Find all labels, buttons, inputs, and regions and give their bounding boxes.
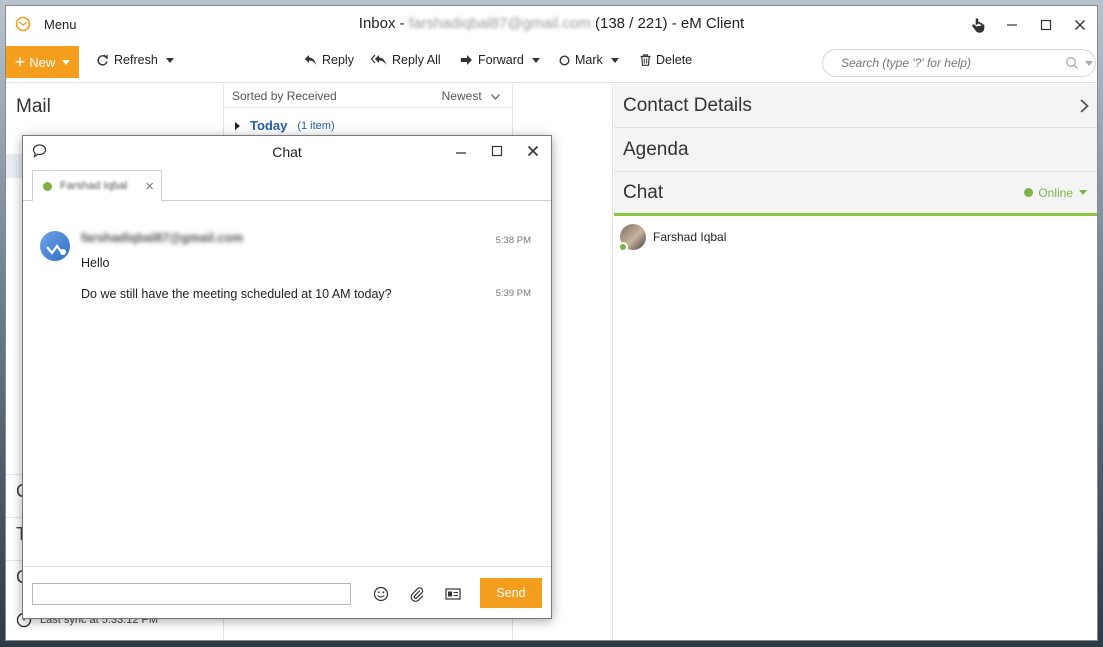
- contact-details-section[interactable]: Contact Details: [614, 84, 1097, 128]
- sort-label[interactable]: Sorted by Received: [232, 89, 337, 103]
- group-today[interactable]: Today (1 item): [235, 118, 335, 133]
- reply-button[interactable]: Reply: [304, 53, 354, 67]
- new-button[interactable]: + New: [6, 46, 79, 78]
- online-status-icon: [1024, 188, 1034, 197]
- delete-button[interactable]: Delete: [640, 53, 692, 67]
- contact-card-icon[interactable]: [442, 583, 464, 605]
- chat-section[interactable]: Chat Online: [614, 172, 1097, 216]
- chevron-right-icon[interactable]: [1080, 98, 1089, 113]
- chat-message-input[interactable]: [32, 583, 351, 605]
- chat-tab-bar: Farshad Iqbal ×: [23, 166, 551, 202]
- online-status-icon: [618, 242, 628, 252]
- reply-all-icon: [371, 54, 386, 65]
- forward-button[interactable]: Forward: [460, 53, 540, 67]
- emoji-icon[interactable]: [370, 583, 392, 605]
- sidebar-title: Mail: [16, 96, 51, 117]
- search-box[interactable]: [822, 49, 1096, 77]
- chevron-down-icon: [531, 57, 540, 63]
- account-email: farshadiqbal87@gmail.com: [408, 15, 591, 32]
- contact-name: Farshad Iqbal: [653, 230, 727, 244]
- minimize-button[interactable]: [995, 6, 1029, 43]
- chat-tab[interactable]: Farshad Iqbal ×: [32, 170, 162, 202]
- sort-order[interactable]: Newest: [442, 89, 500, 103]
- chevron-down-icon[interactable]: [1085, 60, 1093, 66]
- reply-all-button[interactable]: Reply All: [371, 53, 441, 67]
- search-icon[interactable]: [1065, 56, 1079, 70]
- touch-mode-icon[interactable]: [961, 6, 995, 43]
- close-button[interactable]: [1063, 6, 1097, 43]
- message-text: Hello: [81, 256, 110, 270]
- chat-title-bar: Chat: [23, 136, 551, 166]
- title-bar: Menu Inbox - farshadiqbal87@gmail.com (1…: [6, 6, 1097, 43]
- plus-icon: +: [14, 52, 26, 72]
- chat-tab-label: Farshad Iqbal: [60, 180, 128, 192]
- right-sidebar: Contact Details Agenda Chat Online Farsh…: [614, 84, 1097, 640]
- agenda-section[interactable]: Agenda: [614, 128, 1097, 172]
- forward-icon: [460, 55, 472, 65]
- list-header: Sorted by Received Newest: [225, 84, 512, 108]
- chevron-down-icon: [62, 59, 71, 65]
- mark-circle-icon: [559, 54, 570, 66]
- trash-icon: [640, 54, 651, 66]
- message-text: Do we still have the meeting scheduled a…: [81, 287, 392, 301]
- chat-minimize-button[interactable]: [443, 136, 479, 166]
- online-status-icon: [43, 181, 52, 191]
- message-time: 5:38 PM: [495, 235, 531, 246]
- expand-arrow-icon[interactable]: [235, 121, 240, 130]
- chat-maximize-button[interactable]: [479, 136, 515, 166]
- group-label: Today: [250, 118, 288, 133]
- window-title: Inbox - farshadiqbal87@gmail.com (138 / …: [358, 15, 745, 32]
- close-tab-icon[interactable]: ×: [145, 178, 154, 195]
- maximize-button[interactable]: [1029, 6, 1063, 43]
- chevron-down-icon: [1079, 190, 1087, 195]
- send-button[interactable]: Send: [480, 578, 542, 608]
- attachment-icon[interactable]: [406, 583, 428, 605]
- contact-item[interactable]: Farshad Iqbal: [614, 216, 1097, 258]
- group-count: (1 item): [297, 119, 335, 132]
- avatar: [618, 224, 646, 252]
- toolbar: + New Refresh Reply Reply All Forward Ma…: [6, 43, 1097, 83]
- chat-window: Chat Farshad Iqbal × farshadiqbal87@gmai…: [22, 135, 552, 619]
- chevron-down-icon: [610, 57, 619, 63]
- message-time: 5:39 PM: [495, 288, 531, 299]
- refresh-button[interactable]: Refresh: [96, 53, 174, 67]
- reply-icon: [304, 55, 316, 65]
- chevron-down-icon: [165, 57, 174, 63]
- chat-close-button[interactable]: [515, 136, 551, 166]
- sender-avatar: [40, 231, 70, 261]
- chevron-down-icon: [491, 93, 500, 100]
- search-input[interactable]: [841, 56, 1041, 70]
- sender-email: farshadiqbal87@gmail.com: [81, 231, 244, 245]
- refresh-icon: [97, 54, 108, 65]
- mark-button[interactable]: Mark: [559, 53, 619, 67]
- chat-composer: Send: [23, 566, 551, 618]
- window-controls: [961, 6, 1097, 43]
- status-dropdown[interactable]: Online: [1024, 186, 1087, 200]
